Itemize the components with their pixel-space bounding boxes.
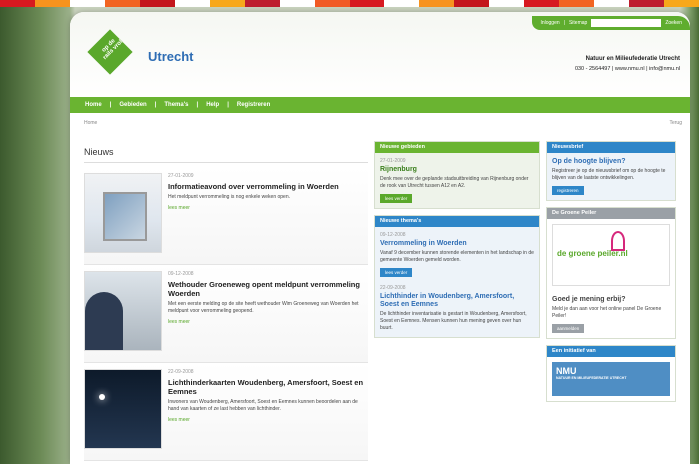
stripe-segment xyxy=(454,0,490,7)
read-more-link[interactable]: lees meer xyxy=(168,319,368,325)
site-logo[interactable]: op de rails vrol xyxy=(86,28,134,76)
news-thumbnail[interactable] xyxy=(84,271,162,351)
nav-help[interactable]: Help xyxy=(206,102,219,108)
stripe-segment xyxy=(524,0,560,7)
news-date: 27-01-2009 xyxy=(168,173,194,179)
page-container: op de rails vrol Utrecht Inloggen | Site… xyxy=(70,12,690,464)
initiative-header: Een initiatief van xyxy=(547,346,675,357)
sitemap-link[interactable]: Sitemap xyxy=(569,20,587,26)
right-column: Nieuwsbrief Op de hoogte blijven? Regist… xyxy=(546,141,676,461)
stripe-segment xyxy=(279,0,315,7)
stripe-segment xyxy=(244,0,280,7)
stripe-segment xyxy=(314,0,350,7)
initiative-box: Een initiatief van NMU NATUUR EN MILIEUF… xyxy=(546,345,676,402)
thema-read-button[interactable]: lees verder xyxy=(380,268,413,277)
stripe-segment xyxy=(559,0,595,7)
top-utility-bar: Inloggen | Sitemap Zoeken xyxy=(532,16,690,30)
news-item: 09-12-2008 Wethouder Groeneweg opent mel… xyxy=(84,265,368,363)
breadcrumb: Home Terug xyxy=(70,113,690,133)
peiler-logo-text: de groene peiler.nl xyxy=(557,249,628,258)
gebieden-box: Nieuwe gebieden 27-01-2009 Rijnenburg De… xyxy=(374,141,540,209)
gebieden-desc: Denk mee over de geplande stadsuitbreidi… xyxy=(380,176,529,189)
news-title[interactable]: Lichthinderkaarten Woudenberg, Amersfoor… xyxy=(168,378,368,396)
thema-date: 09-12-2008 xyxy=(380,232,406,238)
gebieden-read-button[interactable]: lees verder xyxy=(380,194,413,203)
news-title[interactable]: Informatieavond over verrommeling in Woe… xyxy=(168,182,368,191)
stripe-segment xyxy=(664,0,699,7)
stripe-segment xyxy=(489,0,525,7)
main-nav: Home | Gebieden | Thema's | Help | Registrer… xyxy=(70,97,690,113)
themas-header: Nieuwe thema's xyxy=(375,216,539,227)
news-thumbnail[interactable] xyxy=(84,173,162,253)
news-column: Nieuws 27-01-2009 Informatieavond over v… xyxy=(84,133,368,461)
newsletter-header: Nieuwsbrief xyxy=(547,142,675,153)
peiler-signup-button[interactable]: aanmelden xyxy=(552,324,585,333)
newsletter-title: Op de hoogte blijven? xyxy=(552,158,626,165)
stripe-segment xyxy=(34,0,70,7)
middle-column: Nieuwe gebieden 27-01-2009 Rijnenburg De… xyxy=(374,141,540,461)
content-columns: Nieuws 27-01-2009 Informatieavond over v… xyxy=(70,133,690,461)
peiler-logo[interactable]: de groene peiler.nl xyxy=(552,224,670,286)
back-link[interactable]: Terug xyxy=(669,120,682,126)
gebieden-title[interactable]: Rijnenburg xyxy=(380,166,534,174)
separator: | xyxy=(563,20,565,26)
org-contact: 030 - 2564497 | www.nmu.nl | info@nmu.nl xyxy=(574,66,680,72)
newsletter-register-button[interactable]: registreren xyxy=(552,186,584,195)
gebieden-date: 27-01-2009 xyxy=(380,158,406,164)
nav-themas[interactable]: Thema's xyxy=(164,102,188,108)
stripe-segment xyxy=(139,0,175,7)
newsletter-box: Nieuwsbrief Op de hoogte blijven? Regist… xyxy=(546,141,676,201)
stripe-segment xyxy=(384,0,420,7)
nav-registreren[interactable]: Registreren xyxy=(237,102,270,108)
stripe-segment xyxy=(174,0,210,7)
peiler-desc: Meld je dan aan voor het online panel De… xyxy=(552,306,662,319)
news-item: 27-01-2009 Informatieavond over verromme… xyxy=(84,167,368,265)
stripe-segment xyxy=(0,0,35,7)
nmu-subtitle: NATUUR EN MILIEUFEDERATIE UTRECHT xyxy=(556,376,627,380)
thema-desc: De lichthinder inventarisatie is gestart… xyxy=(380,311,527,331)
person-icon xyxy=(611,231,625,251)
thema-date: 22-09-2008 xyxy=(380,285,406,291)
news-desc: Het meldpunt verrommeling is nog enkele … xyxy=(168,194,291,200)
news-thumbnail[interactable] xyxy=(84,369,162,449)
news-desc: Inwoners van Woudenberg, Amersfoort, Soe… xyxy=(168,399,358,412)
org-name: Natuur en Milieufederatie Utrecht xyxy=(585,56,680,62)
news-date: 22-09-2008 xyxy=(168,369,194,375)
peiler-header: De Groene Peiler xyxy=(547,208,675,219)
stripe-segment xyxy=(419,0,455,7)
site-header: op de rails vrol Utrecht Inloggen | Site… xyxy=(70,12,690,97)
stripe-segment xyxy=(629,0,665,7)
newsletter-desc: Registreer je op de nieuwsbrief om op de… xyxy=(552,168,666,181)
stripe-segment xyxy=(69,0,105,7)
login-link[interactable]: Inloggen xyxy=(540,20,559,26)
thema-title[interactable]: Verrommeling in Woerden xyxy=(380,240,534,248)
stripe-segment xyxy=(349,0,385,7)
peiler-question: Goed je mening erbij? xyxy=(552,296,626,303)
thema-desc: Vanaf 9 december kunnen storende element… xyxy=(380,250,534,263)
nav-gebieden[interactable]: Gebieden xyxy=(119,102,146,108)
nav-home[interactable]: Home xyxy=(85,102,102,108)
thema-title[interactable]: Lichthinder in Woudenberg, Amersfoort, S… xyxy=(380,293,534,309)
org-info: Natuur en Milieufederatie Utrecht 030 - … xyxy=(575,54,680,74)
news-title[interactable]: Wethouder Groeneweg opent meldpunt verro… xyxy=(168,280,368,298)
gebieden-header: Nieuwe gebieden xyxy=(375,142,539,153)
themas-box: Nieuwe thema's 09-12-2008 Verrommeling i… xyxy=(374,215,540,338)
news-heading: Nieuws xyxy=(84,143,368,163)
nmu-logo-text: NMU xyxy=(556,366,577,376)
nmu-logo[interactable]: NMU NATUUR EN MILIEUFEDERATIE UTRECHT xyxy=(552,362,670,396)
news-date: 09-12-2008 xyxy=(168,271,194,277)
stripe-segment xyxy=(209,0,245,7)
search-button[interactable]: Zoeken xyxy=(665,20,682,26)
read-more-link[interactable]: lees meer xyxy=(168,417,368,423)
stripe-segment xyxy=(104,0,140,7)
stripe-segment xyxy=(594,0,630,7)
news-desc: Met een eerste melding op de site heeft … xyxy=(168,301,359,314)
news-item: 22-09-2008 Lichthinderkaarten Woudenberg… xyxy=(84,363,368,461)
site-name: Utrecht xyxy=(148,49,194,64)
breadcrumb-home[interactable]: Home xyxy=(84,120,97,126)
color-stripe xyxy=(0,0,699,7)
peiler-box: De Groene Peiler de groene peiler.nl Goe… xyxy=(546,207,676,339)
search-input[interactable] xyxy=(591,19,662,27)
read-more-link[interactable]: lees meer xyxy=(168,205,368,211)
